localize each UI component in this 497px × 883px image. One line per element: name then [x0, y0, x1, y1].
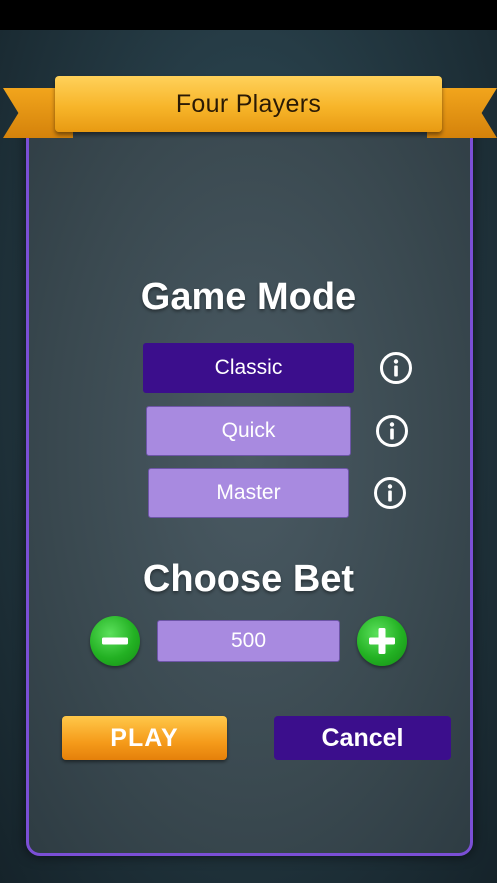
bet-decrease-button[interactable]	[90, 616, 140, 666]
dialog-title: Four Players	[175, 89, 322, 118]
info-icon[interactable]	[373, 476, 407, 510]
cancel-button[interactable]: Cancel	[274, 716, 451, 760]
info-icon[interactable]	[375, 414, 409, 448]
info-icon[interactable]	[379, 351, 413, 385]
bet-increase-button[interactable]	[357, 616, 407, 666]
mode-quick-button[interactable]: Quick	[146, 406, 351, 456]
game-screen: Four Players Game Mode Classic Quick Mas…	[0, 0, 497, 883]
plus-icon	[369, 628, 395, 654]
choose-bet-heading: Choose Bet	[142, 558, 355, 600]
play-button[interactable]: PLAY	[62, 716, 227, 760]
bet-amount: 500	[230, 629, 267, 652]
minus-icon	[102, 637, 128, 645]
bet-amount-display: 500	[157, 620, 340, 662]
status-bar	[0, 0, 497, 30]
game-mode-heading: Game Mode	[140, 276, 357, 318]
mode-master-button[interactable]: Master	[148, 468, 349, 518]
title-ribbon: Four Players	[55, 76, 442, 132]
mode-classic-button[interactable]: Classic	[143, 343, 354, 393]
